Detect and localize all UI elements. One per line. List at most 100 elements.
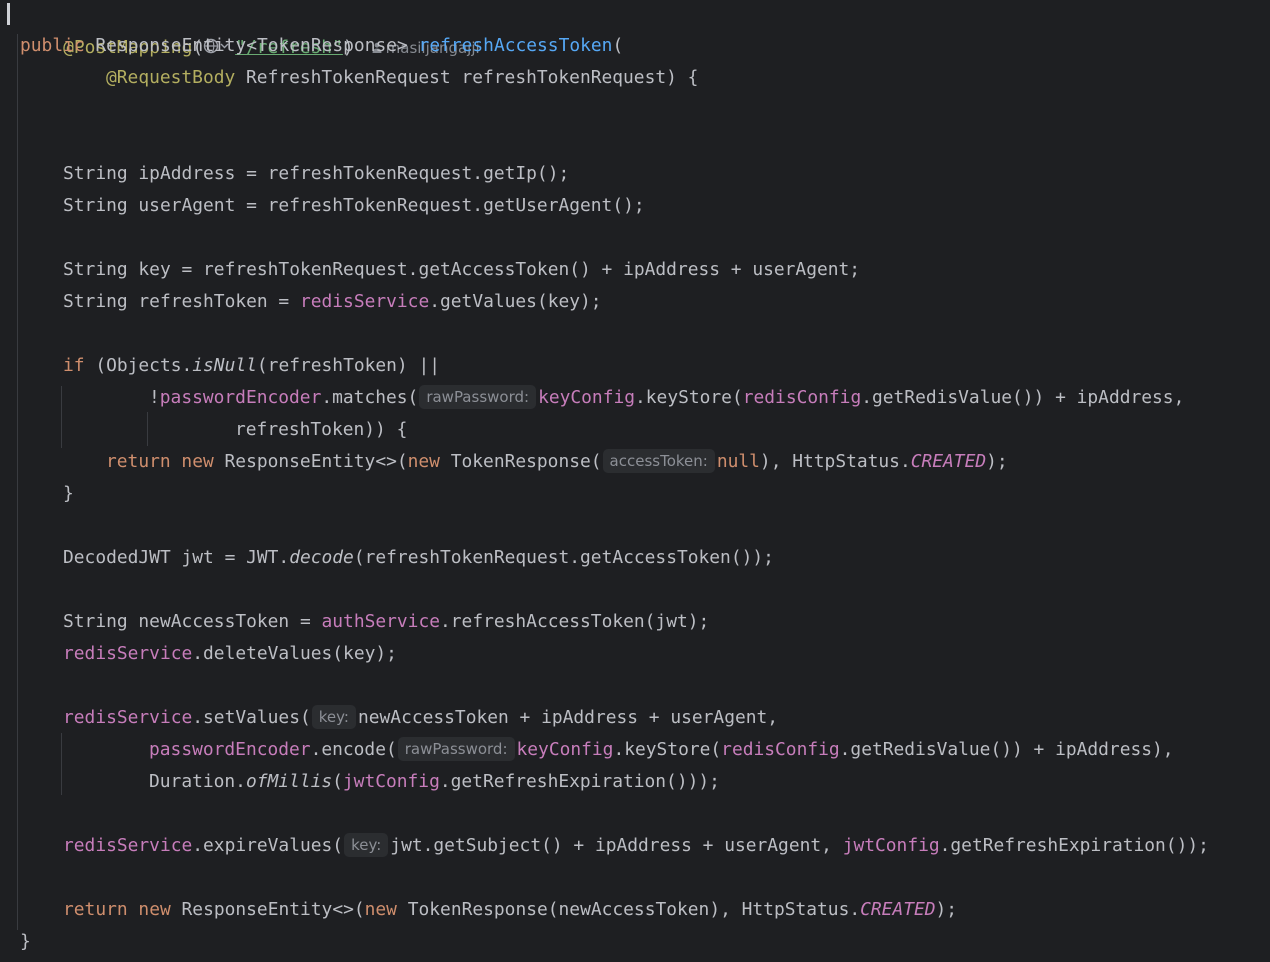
code-text: } — [20, 931, 31, 952]
enum-constant: CREATED — [860, 899, 936, 920]
code-text: (refreshTokenRequest.getAccessToken()); — [353, 547, 774, 568]
code-line-27[interactable]: redisService.expireValues(key: jwt.getSub… — [63, 830, 1209, 862]
code-editor[interactable]: @PostMapping("/refresh") masiljangajji pu… — [0, 0, 1270, 962]
code-text: (Objects. — [84, 355, 193, 376]
code-text: Duration. — [149, 771, 246, 792]
code-line-3[interactable]: @RequestBody RefreshTokenRequest refresh… — [106, 62, 698, 94]
code-line-23[interactable]: redisService.setValues(key: newAccessToke… — [63, 702, 778, 734]
code-line-29[interactable]: return new ResponseEntity<>(new TokenRes… — [63, 894, 957, 926]
code-text: .keyStore( — [635, 387, 743, 408]
code-text: String refreshToken = — [63, 291, 300, 312]
code-line-7[interactable]: String userAgent = refreshTokenRequest.g… — [63, 190, 645, 222]
code-text: String userAgent = refreshTokenRequest.g… — [63, 195, 645, 216]
code-text: .refreshAccessToken(jwt); — [440, 611, 710, 632]
code-text: .setValues( — [192, 707, 311, 728]
field-ref: authService — [321, 611, 440, 632]
code-text: DecodedJWT jwt = JWT. — [63, 547, 290, 568]
code-line-6[interactable]: String ipAddress = refreshTokenRequest.g… — [63, 158, 569, 190]
code-text: ( — [612, 35, 624, 56]
field-ref: redisService — [63, 707, 193, 728]
static-method: isNull — [192, 355, 257, 376]
code-text: (refreshToken) || — [256, 355, 441, 376]
code-text: .expireValues( — [192, 835, 344, 856]
code-text: .getValues(key); — [429, 291, 602, 312]
field-ref: redisConfig — [721, 739, 840, 760]
code-line-9[interactable]: String key = refreshTokenRequest.getAcce… — [63, 254, 860, 286]
code-text: TokenResponse(newAccessToken), HttpStatu… — [396, 899, 861, 920]
param-hint: accessToken: — [602, 449, 715, 473]
code-text: ResponseEntity<>( — [213, 451, 408, 472]
keyword: public — [20, 35, 85, 56]
code-line-14[interactable]: refreshToken)) { — [235, 414, 407, 446]
annotation-name: @RequestBody — [106, 67, 236, 88]
code-text: ! — [149, 387, 160, 408]
indent-guide — [17, 34, 18, 930]
code-text: ), HttpStatus. — [759, 451, 911, 472]
keyword: return — [63, 899, 128, 920]
field-ref: passwordEncoder — [159, 387, 322, 408]
code-line-30[interactable]: } — [20, 926, 31, 958]
method-name[interactable]: refreshAccessToken — [419, 35, 613, 56]
code-line-2[interactable]: public ResponseEntity<TokenResponse> ref… — [20, 30, 623, 62]
code-text: refreshToken)) { — [235, 419, 408, 440]
code-line-15[interactable]: return new ResponseEntity<>(new TokenRes… — [106, 446, 1008, 478]
code-text: .getRefreshExpiration())); — [439, 771, 720, 792]
field-ref: redisService — [63, 835, 193, 856]
code-text: .getRedisValue()) + ipAddress), — [839, 739, 1174, 760]
static-method: decode — [289, 547, 354, 568]
keyword: new — [181, 451, 214, 472]
indent-guide — [147, 412, 148, 446]
code-text: String ipAddress = refreshTokenRequest.g… — [63, 163, 570, 184]
field-ref: redisConfig — [742, 387, 862, 408]
keyword: null — [716, 451, 760, 472]
param-hint: key: — [311, 705, 356, 729]
code-text: ); — [935, 899, 958, 920]
keyword: new — [364, 899, 397, 920]
keyword: return — [106, 451, 171, 472]
indent-guide — [61, 386, 62, 448]
field-ref: keyConfig — [538, 387, 636, 408]
code-text: .getRefreshExpiration()); — [939, 835, 1209, 856]
field-ref: jwtConfig — [342, 771, 440, 792]
code-text: newAccessToken + ipAddress + userAgent, — [357, 707, 779, 728]
code-text: .matches( — [321, 387, 419, 408]
enum-constant: CREATED — [910, 451, 987, 472]
code-text: ResponseEntity<>( — [170, 899, 365, 920]
code-line-10[interactable]: String refreshToken = redisService.getVa… — [63, 286, 602, 318]
code-text: TokenResponse( — [439, 451, 602, 472]
keyword: new — [407, 451, 440, 472]
indent-guide — [61, 733, 62, 795]
keyword: if — [63, 355, 85, 376]
field-ref: keyConfig — [516, 739, 614, 760]
code-line-1[interactable]: @PostMapping("/refresh") masiljangajji — [20, 0, 480, 58]
field-ref: passwordEncoder — [149, 739, 311, 760]
code-line-18[interactable]: DecodedJWT jwt = JWT.decode(refreshToken… — [63, 542, 774, 574]
code-line-25[interactable]: Duration.ofMillis(jwtConfig.getRefreshEx… — [149, 766, 720, 798]
code-text: RefreshTokenRequest refreshTokenRequest)… — [235, 67, 699, 88]
code-text: .encode( — [310, 739, 397, 760]
param-hint: rawPassword: — [419, 385, 537, 409]
code-text: } — [63, 483, 74, 504]
field-ref: redisService — [299, 291, 430, 312]
code-line-13[interactable]: !passwordEncoder.matches(rawPassword: key… — [149, 382, 1184, 414]
static-method: ofMillis — [245, 771, 333, 792]
code-text: String newAccessToken = — [63, 611, 322, 632]
code-line-12[interactable]: if (Objects.isNull(refreshToken) || — [63, 350, 440, 382]
code-line-20[interactable]: String newAccessToken = authService.refr… — [63, 606, 709, 638]
code-text: String key = refreshTokenRequest.getAcce… — [63, 259, 861, 280]
return-type: ResponseEntity<TokenResponse> — [84, 35, 419, 56]
code-text: .deleteValues(key); — [192, 643, 397, 664]
text-caret — [7, 3, 10, 25]
code-line-21[interactable]: redisService.deleteValues(key); — [63, 638, 397, 670]
param-hint: key: — [344, 833, 389, 857]
code-text: .getRedisValue()) + ipAddress, — [861, 387, 1185, 408]
code-text: ( — [332, 771, 343, 792]
field-ref: jwtConfig — [842, 835, 940, 856]
code-text: jwt.getSubject() + ipAddress + userAgent… — [390, 835, 843, 856]
param-hint: rawPassword: — [397, 737, 515, 761]
code-line-16[interactable]: } — [63, 478, 74, 510]
code-line-24[interactable]: passwordEncoder.encode(rawPassword: keyCo… — [149, 734, 1174, 766]
code-text: .keyStore( — [613, 739, 722, 760]
keyword: new — [138, 899, 171, 920]
code-text: ); — [986, 451, 1008, 472]
